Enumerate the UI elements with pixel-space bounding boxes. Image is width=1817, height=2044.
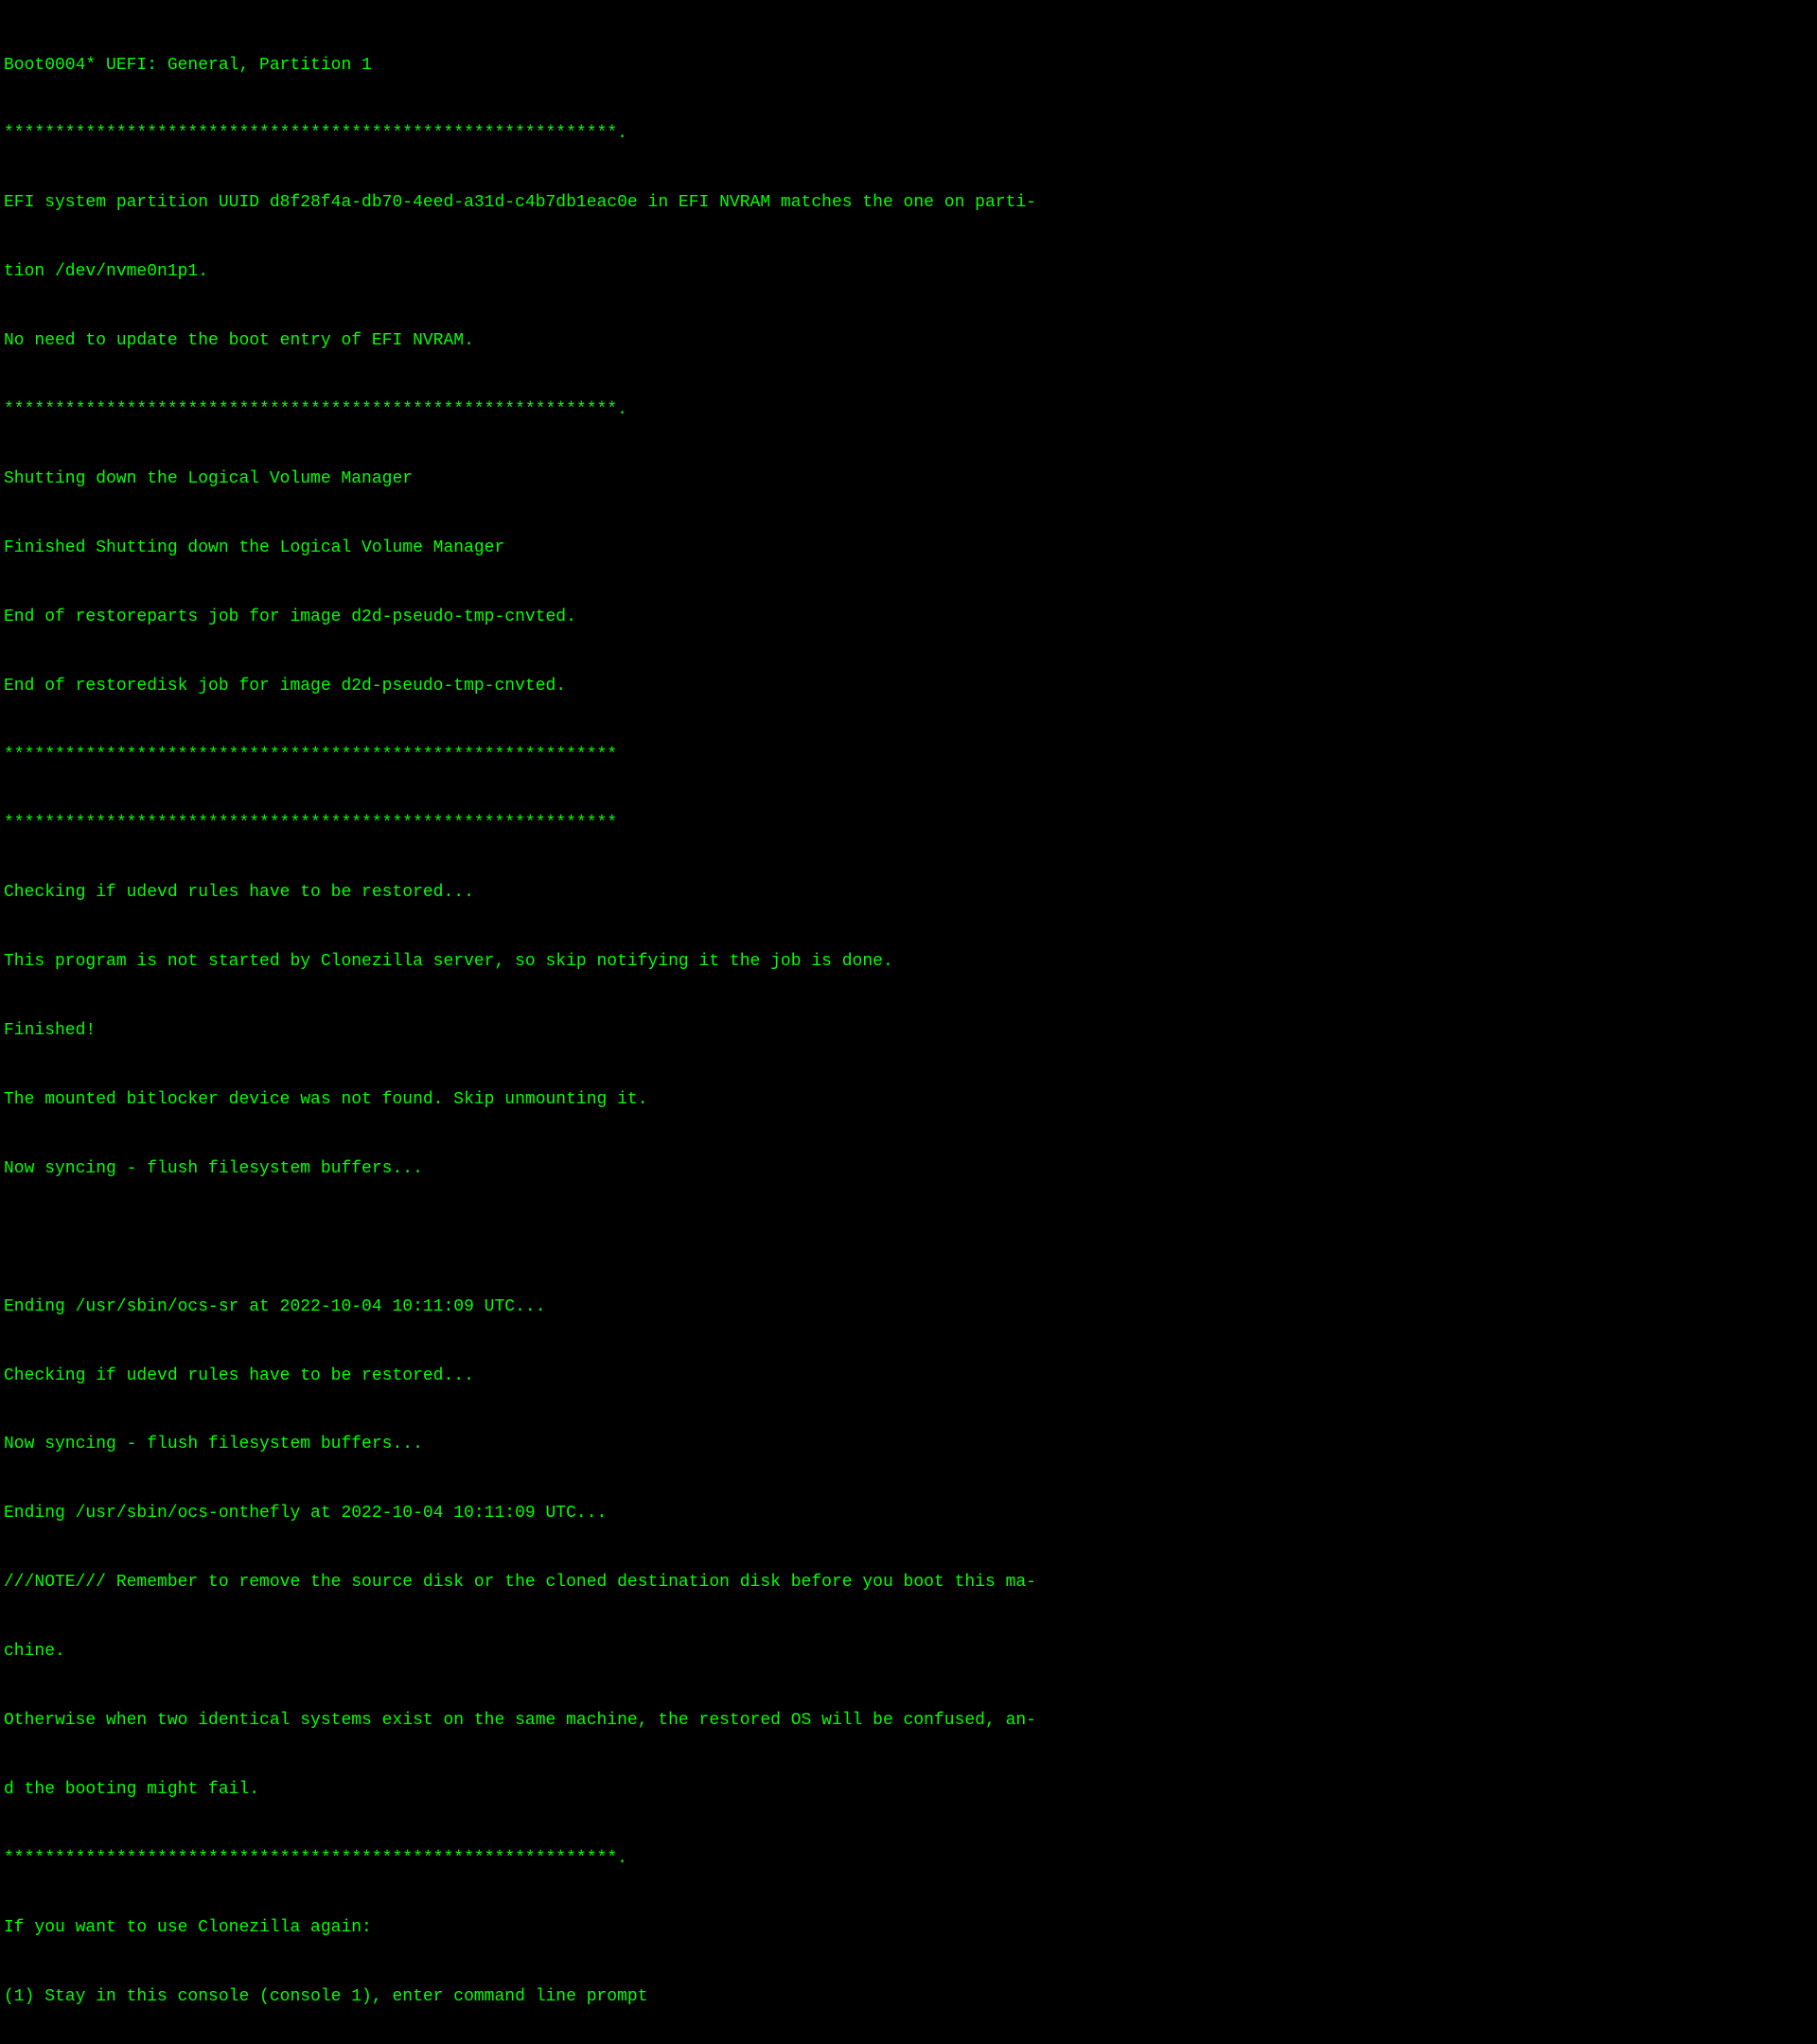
terminal-line: chine. — [4, 1640, 1813, 1663]
terminal-line: Ending /usr/sbin/ocs-onthefly at 2022-10… — [4, 1502, 1813, 1524]
terminal-line: ****************************************… — [4, 122, 1813, 145]
terminal-line: End of restoredisk job for image d2d-pse… — [4, 675, 1813, 697]
terminal-line: This program is not started by Clonezill… — [4, 950, 1813, 973]
terminal-line — [4, 1226, 1813, 1249]
terminal-output: Boot0004* UEFI: General, Partition 1 ***… — [4, 8, 1813, 1014]
terminal-line: No need to update the boot entry of EFI … — [4, 329, 1813, 352]
terminal-line: d the booting might fail. — [4, 1778, 1813, 1801]
terminal-line: ****************************************… — [4, 1847, 1813, 1870]
terminal-line: End of restoreparts job for image d2d-ps… — [4, 606, 1813, 628]
terminal-line: Checking if udevd rules have to be resto… — [4, 881, 1813, 904]
terminal-line: Ending /usr/sbin/ocs-sr at 2022-10-04 10… — [4, 1295, 1813, 1318]
terminal-line: Finished Shutting down the Logical Volum… — [4, 537, 1813, 559]
terminal-line: If you want to use Clonezilla again: — [4, 1916, 1813, 1939]
terminal-line: Shutting down the Logical Volume Manager — [4, 467, 1813, 490]
terminal-line: Now syncing - flush filesystem buffers..… — [4, 1433, 1813, 1455]
terminal-line: Finished! — [4, 1019, 1813, 1042]
terminal-line: The mounted bitlocker device was not fou… — [4, 1088, 1813, 1111]
terminal-line: Boot0004* UEFI: General, Partition 1 — [4, 54, 1813, 77]
terminal-line: Otherwise when two identical systems exi… — [4, 1709, 1813, 1732]
terminal-line: EFI system partition UUID d8f28f4a-db70-… — [4, 191, 1813, 214]
terminal-line: ****************************************… — [4, 398, 1813, 421]
terminal-line: ****************************************… — [4, 744, 1813, 766]
terminal-line: Now syncing - flush filesystem buffers..… — [4, 1157, 1813, 1180]
terminal-line: ****************************************… — [4, 812, 1813, 835]
terminal-line: ///NOTE/// Remember to remove the source… — [4, 1571, 1813, 1594]
terminal-line: tion /dev/nvme0n1p1. — [4, 260, 1813, 283]
terminal-line: Checking if udevd rules have to be resto… — [4, 1365, 1813, 1387]
terminal-line: (1) Stay in this console (console 1), en… — [4, 1985, 1813, 2008]
